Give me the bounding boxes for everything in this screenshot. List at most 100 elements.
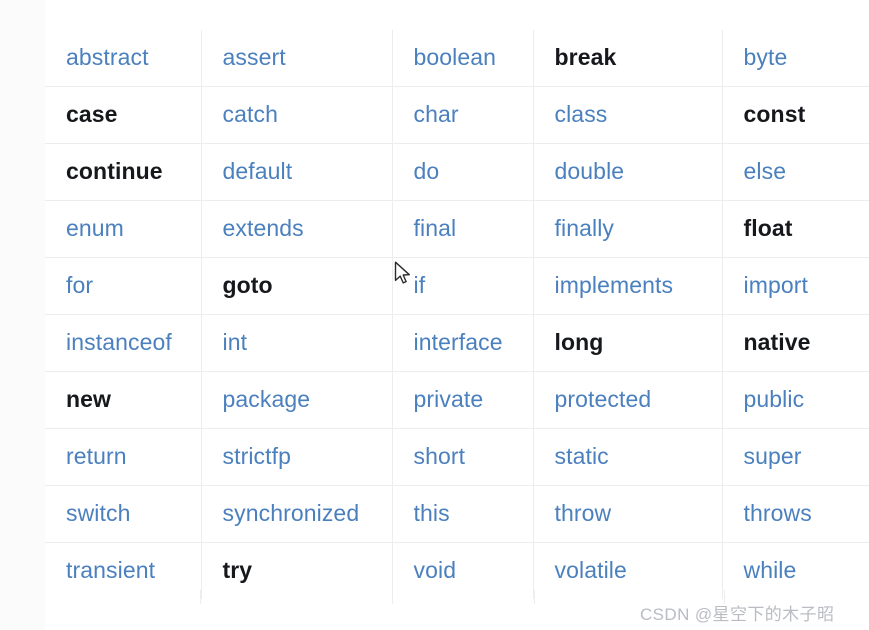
keyword-link[interactable]: extends (223, 215, 304, 241)
table-cell: double (533, 143, 723, 201)
table-cell: throw (533, 485, 723, 543)
keyword-link[interactable]: double (555, 158, 625, 184)
keyword-link[interactable]: for (66, 272, 93, 298)
keyword-link[interactable]: package (223, 386, 311, 412)
table-cell: strictfp (201, 428, 393, 486)
table-cell: throws (722, 485, 869, 543)
table-cell: synchronized (201, 485, 393, 543)
keyword-link[interactable]: implements (555, 272, 674, 298)
keyword-link[interactable]: synchronized (223, 500, 360, 526)
keyword-link[interactable]: byte (744, 44, 788, 70)
keyword-text: native (743, 329, 811, 356)
table-row: abstract assert boolean break byte (45, 30, 869, 87)
table-cell: return (45, 428, 202, 486)
keyword-link[interactable]: if (414, 272, 426, 298)
keyword-text: continue (66, 158, 163, 185)
keyword-link[interactable]: throws (744, 500, 812, 526)
keyword-link[interactable]: static (555, 443, 609, 469)
table-row: new package private protected public (45, 371, 869, 429)
page-root: abstract assert boolean break byte case catch c… (0, 0, 869, 630)
table-cell: extends (201, 200, 393, 258)
table-cell: try (201, 542, 393, 599)
keyword-link[interactable]: class (555, 101, 608, 127)
keyword-link[interactable]: while (744, 557, 797, 583)
table-cell: switch (45, 485, 202, 543)
table-cell: this (392, 485, 534, 543)
table-cell: int (201, 314, 393, 372)
keyword-link[interactable]: strictfp (223, 443, 292, 469)
table-row: transient try void volatile while (45, 542, 869, 599)
table-cell: byte (722, 30, 869, 87)
table-cell: char (392, 86, 534, 144)
table-cell: abstract (45, 30, 202, 87)
table-cell: private (392, 371, 534, 429)
table-cell: if (392, 257, 534, 315)
keyword-text: case (66, 101, 118, 128)
keyword-text: float (743, 215, 793, 242)
table-row: case catch char class const (45, 86, 869, 144)
table-row: instanceof int interface long native (45, 314, 869, 372)
table-cell: for (45, 257, 202, 315)
keyword-text: break (554, 44, 617, 71)
table-cell: final (392, 200, 534, 258)
keyword-text: const (743, 101, 806, 128)
keyword-link[interactable]: throw (555, 500, 612, 526)
table-cell: continue (45, 143, 202, 201)
table-row: for goto if implements import (45, 257, 869, 315)
table-cell: else (722, 143, 869, 201)
table-cell: default (201, 143, 393, 201)
table-cell: long (533, 314, 723, 372)
table-cell: volatile (533, 542, 723, 599)
table-cell: boolean (392, 30, 534, 87)
keyword-link[interactable]: protected (555, 386, 652, 412)
table-row: switch synchronized this throw throws (45, 485, 869, 543)
keyword-link[interactable]: enum (66, 215, 124, 241)
table-cell: new (45, 371, 202, 429)
keyword-text: new (66, 386, 112, 413)
table-cell: case (45, 86, 202, 144)
keyword-link[interactable]: return (66, 443, 127, 469)
keyword-link[interactable]: instanceof (66, 329, 172, 355)
table-cell: import (722, 257, 869, 315)
keyword-link[interactable]: int (223, 329, 248, 355)
table-cell: goto (201, 257, 393, 315)
table-cell: enum (45, 200, 202, 258)
keyword-link[interactable]: final (414, 215, 457, 241)
table-cell: protected (533, 371, 723, 429)
keyword-link[interactable]: else (744, 158, 787, 184)
keyword-link[interactable]: void (414, 557, 457, 583)
table-cell: void (392, 542, 534, 599)
table-row: continue default do double else (45, 143, 869, 201)
keyword-link[interactable]: catch (223, 101, 278, 127)
left-gutter (0, 0, 45, 630)
table-cell: const (722, 86, 869, 144)
keyword-link[interactable]: public (744, 386, 805, 412)
keyword-link[interactable]: default (223, 158, 293, 184)
keyword-link[interactable]: finally (555, 215, 615, 241)
keyword-link[interactable]: switch (66, 500, 131, 526)
table-cell: instanceof (45, 314, 202, 372)
keyword-link[interactable]: this (414, 500, 450, 526)
keyword-link[interactable]: private (414, 386, 484, 412)
table-row: return strictfp short static super (45, 428, 869, 486)
keyword-link[interactable]: import (744, 272, 809, 298)
table-cell: public (722, 371, 869, 429)
table-cell: transient (45, 542, 202, 599)
java-keyword-table: abstract assert boolean break byte case catch c… (45, 30, 869, 599)
keyword-link[interactable]: super (744, 443, 802, 469)
table-cell: break (533, 30, 723, 87)
keyword-text: try (222, 557, 253, 584)
keyword-link[interactable]: do (414, 158, 440, 184)
keyword-link[interactable]: transient (66, 557, 155, 583)
table-cell: do (392, 143, 534, 201)
table-cell: interface (392, 314, 534, 372)
keyword-link[interactable]: volatile (555, 557, 627, 583)
keyword-link[interactable]: boolean (414, 44, 497, 70)
keyword-link[interactable]: short (414, 443, 466, 469)
table-cell: float (722, 200, 869, 258)
table-cell: finally (533, 200, 723, 258)
keyword-link[interactable]: char (414, 101, 459, 127)
keyword-link[interactable]: assert (223, 44, 286, 70)
keyword-link[interactable]: interface (414, 329, 503, 355)
keyword-link[interactable]: abstract (66, 44, 149, 70)
